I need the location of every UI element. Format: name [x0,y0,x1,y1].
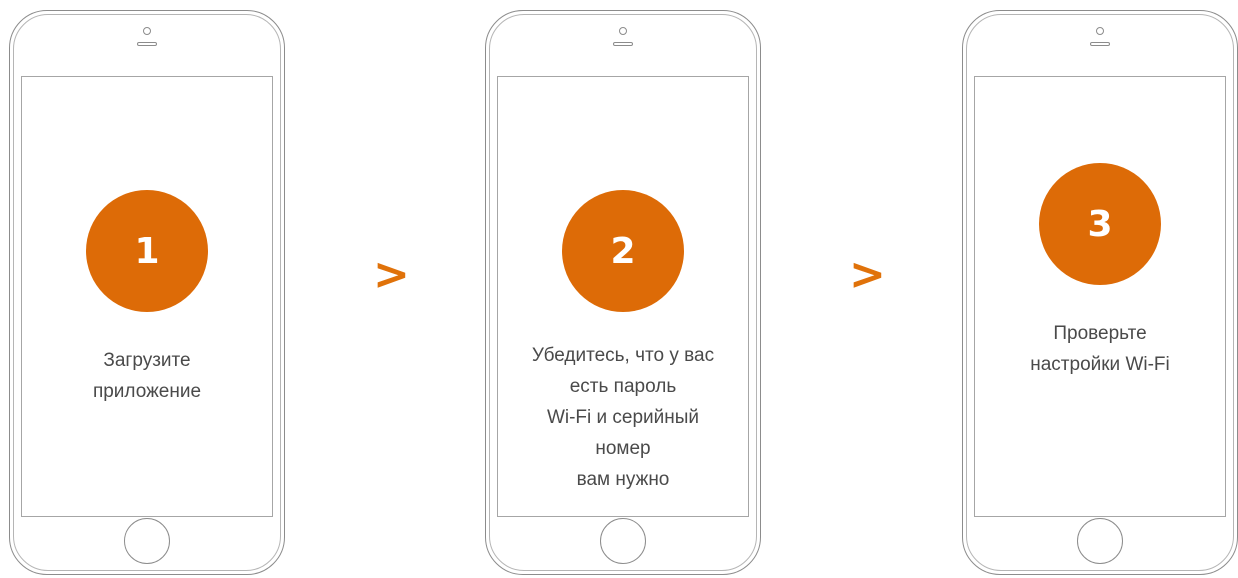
next-arrow-icon: > [373,249,410,300]
step-description: Загрузите приложение [92,350,202,402]
phone-step-2: 2 Убедитесь, что у вас есть пароль Wi-Fi… [485,10,761,575]
phone-step-3: 3 Проверьте настройки Wi-Fi [962,10,1238,575]
speaker-icon [613,42,633,46]
camera-icon [1096,27,1104,35]
phone-screen: 3 Проверьте настройки Wi-Fi [974,76,1226,517]
step-description: Убедитесь, что у вас есть пароль Wi-Fi и… [531,345,715,490]
next-arrow-icon: > [849,249,886,300]
speaker-icon [137,42,157,46]
step-number-badge: 2 [562,190,684,312]
step-description: Проверьте настройки Wi-Fi [1030,323,1170,375]
step-number-badge: 1 [86,190,208,312]
home-button [124,518,170,564]
phone-screen: 1 Загрузите приложение [21,76,273,517]
step-number-badge: 3 [1039,163,1161,285]
speaker-icon [1090,42,1110,46]
camera-icon [143,27,151,35]
phone-step-1: 1 Загрузите приложение [9,10,285,575]
home-button [600,518,646,564]
home-button [1077,518,1123,564]
phone-screen: 2 Убедитесь, что у вас есть пароль Wi-Fi… [497,76,749,517]
camera-icon [619,27,627,35]
